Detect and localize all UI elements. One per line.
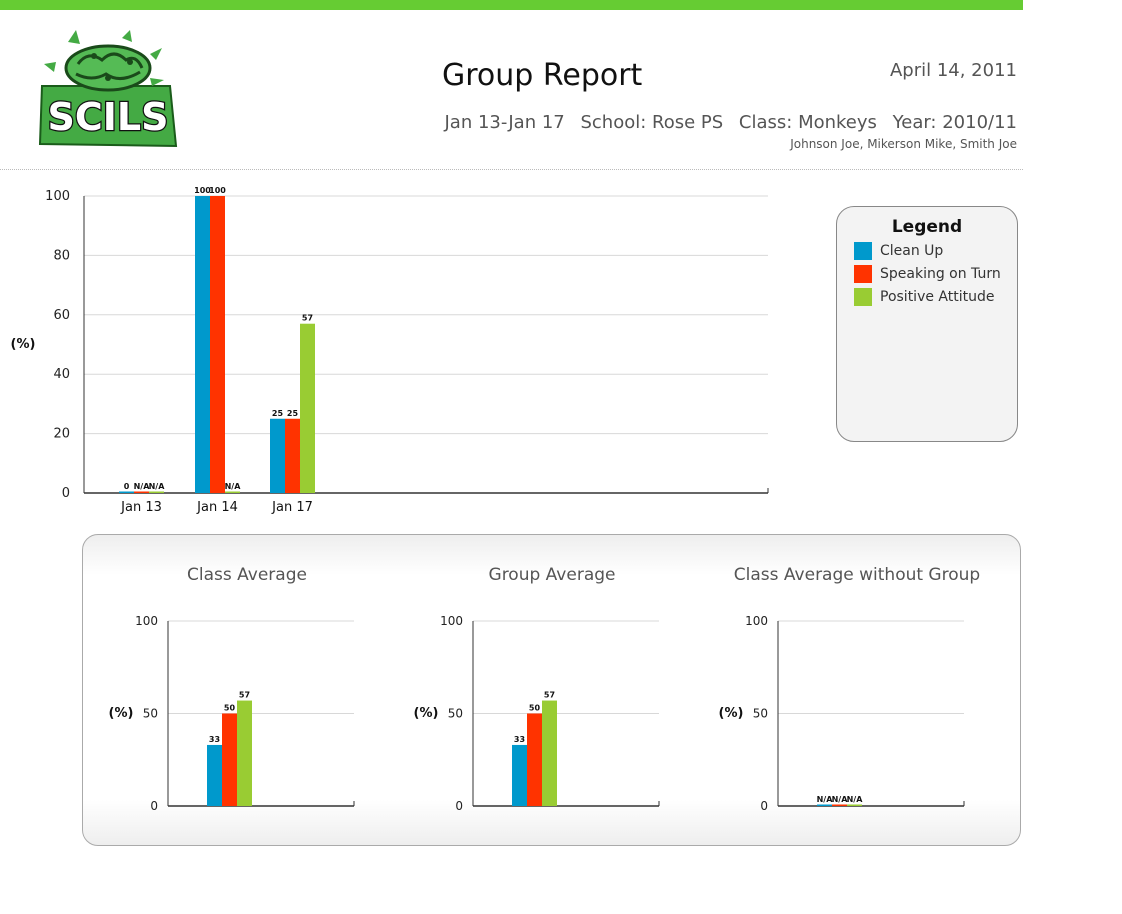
y-tick-label: 100 [440, 614, 463, 628]
legend-item-clean-up: Clean Up [854, 242, 1017, 260]
bar [512, 744, 527, 806]
y-tick-label: 80 [53, 248, 70, 263]
bar [527, 713, 542, 806]
bar-value-label: N/A [847, 795, 864, 804]
class-name: Class: Monkeys [738, 112, 877, 133]
page-title: Group Report [442, 58, 643, 93]
x-category-label: Jan 17 [271, 500, 313, 515]
y-tick-label: 60 [53, 308, 70, 323]
y-tick-label: 50 [753, 707, 768, 721]
bar-value-label: 50 [529, 704, 541, 713]
bar-value-label: 100 [209, 186, 226, 195]
bar [300, 323, 315, 493]
bar-value-label: 25 [287, 409, 299, 418]
y-tick-label: 50 [448, 707, 463, 721]
bar [847, 804, 862, 806]
y-tick-label: 0 [150, 799, 158, 813]
bar-value-label: 0 [124, 482, 130, 491]
legend-swatch [854, 265, 872, 283]
bar [237, 700, 252, 806]
legend-item-speaking-on-turn: Speaking on Turn [854, 265, 1017, 283]
bar-value-label: 33 [209, 735, 220, 744]
bar [270, 418, 285, 493]
bar [134, 491, 149, 493]
bar [285, 418, 300, 493]
bar-value-label: 57 [302, 314, 313, 323]
main-bar-chart: 020406080100(%)0 N/A N/AJan 13100100N/AJan… [11, 186, 769, 515]
bar-value-label: 33 [514, 735, 525, 744]
report-meta: Jan 13-Jan 17 School: Rose PS Class: Mon… [434, 112, 1017, 133]
legend-label: Speaking on Turn [880, 266, 1001, 282]
class-average-chart: 050100(%)335057 [109, 614, 355, 813]
y-tick-label: 40 [53, 367, 70, 382]
bar-value-label: N/A [225, 482, 242, 491]
logo-text: SCILS [48, 95, 169, 139]
bar-value-label: N/A [149, 482, 166, 491]
x-category-label: Jan 14 [196, 500, 238, 515]
bar-value-label: 57 [544, 691, 555, 700]
bar [149, 491, 164, 493]
y-tick-label: 0 [455, 799, 463, 813]
legend-box: Legend Clean Up Speaking on Turn Positiv… [836, 206, 1018, 442]
y-axis-label: (%) [11, 337, 36, 352]
date-range: Jan 13-Jan 17 [444, 112, 565, 133]
legend-swatch [854, 288, 872, 306]
top-accent-bar [0, 0, 1023, 10]
bar [195, 196, 210, 493]
y-tick-label: 0 [760, 799, 768, 813]
class-average-without-group-chart: 050100(%)N/A N/A N/A [719, 614, 965, 813]
y-tick-label: 100 [45, 189, 70, 204]
bar [210, 196, 225, 493]
report-date: April 14, 2011 [889, 60, 1017, 81]
y-tick-label: 50 [143, 707, 158, 721]
bar [207, 744, 222, 806]
group-average-title: Group Average [488, 565, 616, 585]
bar [542, 700, 557, 806]
x-category-label: Jan 13 [120, 500, 162, 515]
group-members: Johnson Joe, Mikerson Mike, Smith Joe [790, 137, 1017, 151]
y-tick-label: 20 [53, 427, 70, 442]
bar [225, 491, 240, 493]
class-average-title: Class Average [187, 565, 307, 585]
y-axis-label: (%) [414, 706, 439, 721]
school-year: Year: 2010/11 [892, 112, 1017, 133]
legend-swatch [854, 242, 872, 260]
y-tick-label: 100 [745, 614, 768, 628]
y-tick-label: 100 [135, 614, 158, 628]
group-average-chart: 050100(%)335057 [414, 614, 660, 813]
y-axis-label: (%) [719, 706, 744, 721]
class-average-without-group-title: Class Average without Group [733, 565, 981, 585]
y-tick-label: 0 [62, 486, 70, 501]
legend-label: Clean Up [880, 243, 944, 259]
bar-value-label: 25 [272, 409, 284, 418]
legend-item-positive-attitude: Positive Attitude [854, 288, 1017, 306]
legend-title: Legend [891, 217, 963, 237]
school-name: School: Rose PS [580, 112, 724, 133]
bar [222, 713, 237, 806]
scils-logo: SCILS [38, 30, 178, 148]
bar [119, 491, 134, 493]
bar-value-label: 57 [239, 691, 250, 700]
bar [832, 804, 847, 806]
bar-value-label: 50 [224, 704, 236, 713]
bar [817, 804, 832, 806]
y-axis-label: (%) [109, 706, 134, 721]
legend-label: Positive Attitude [880, 289, 995, 305]
